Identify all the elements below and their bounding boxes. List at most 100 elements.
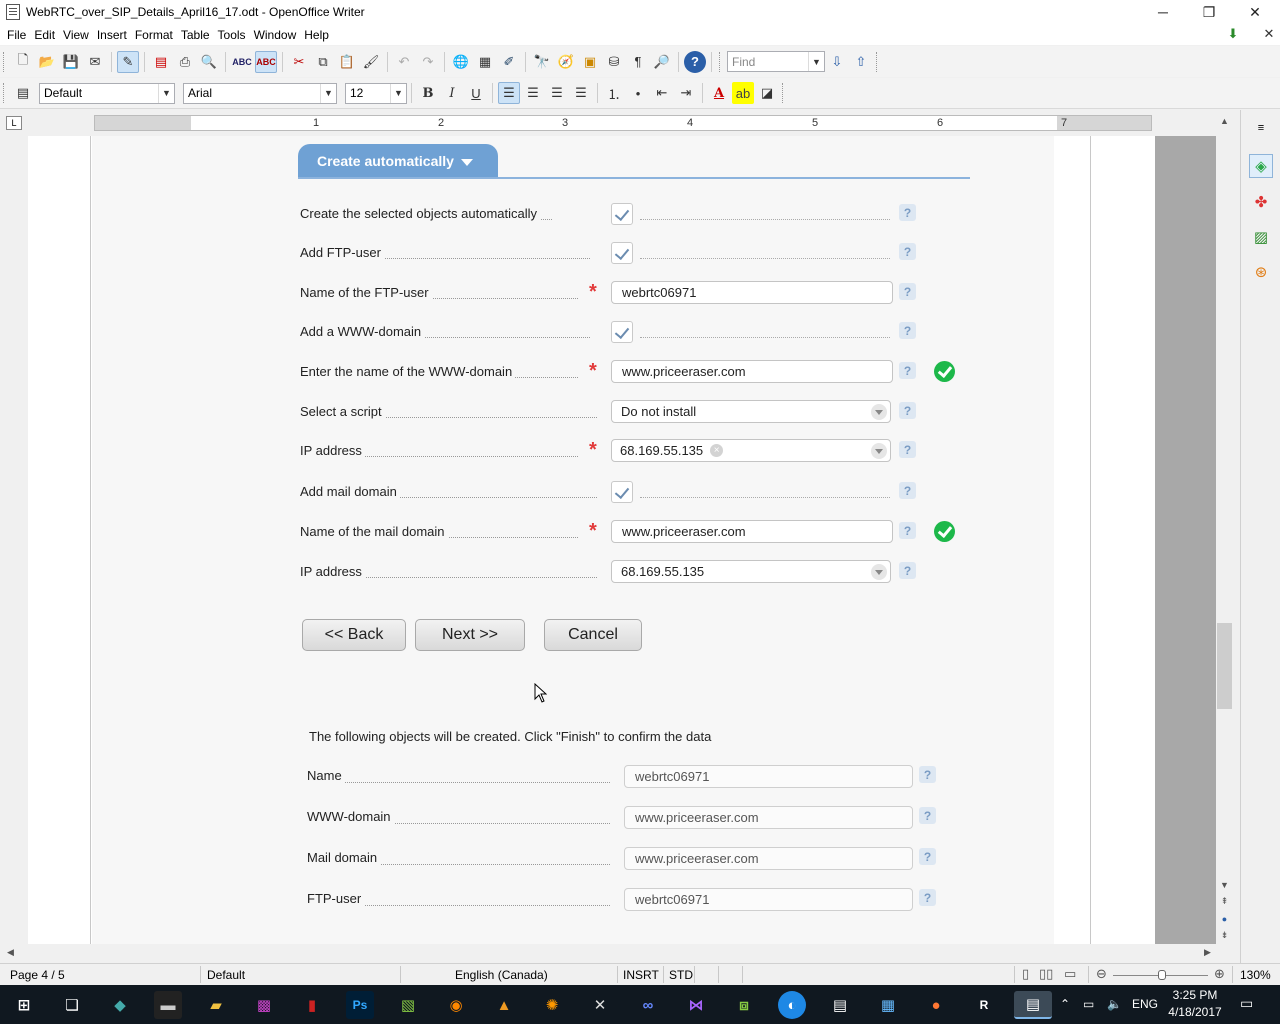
- new-document-icon[interactable]: 🗋: [12, 51, 34, 73]
- language-indicator[interactable]: English (Canada): [455, 968, 548, 982]
- scroll-right-icon[interactable]: ▶: [1199, 944, 1216, 961]
- navigator-icon[interactable]: 🧭: [555, 51, 577, 73]
- previous-page-icon[interactable]: ⇞: [1216, 893, 1233, 910]
- clock[interactable]: 3:25 PM 4/18/2017: [1164, 987, 1226, 1021]
- photoshop-icon[interactable]: Ps: [346, 991, 374, 1019]
- zoom-level[interactable]: 130%: [1240, 968, 1271, 982]
- menu-edit[interactable]: Edit: [30, 28, 59, 42]
- data-sources-icon[interactable]: ⛁: [603, 51, 625, 73]
- file-explorer-icon[interactable]: ▰: [202, 991, 230, 1019]
- justify-icon[interactable]: ☰: [570, 82, 592, 104]
- menu-file[interactable]: File: [3, 28, 30, 42]
- clone-formatting-icon[interactable]: 🖌: [360, 51, 382, 73]
- chevron-down-icon[interactable]: ▼: [158, 83, 174, 103]
- paragraph-style-select[interactable]: Default ▼: [39, 82, 175, 104]
- restore-button[interactable]: ❐: [1186, 0, 1232, 24]
- r-app-icon[interactable]: R: [970, 991, 998, 1019]
- font-name-select[interactable]: Arial ▼: [183, 82, 337, 104]
- menu-view[interactable]: View: [59, 28, 93, 42]
- find-input[interactable]: Find ▼: [727, 51, 825, 72]
- toolbar-grip[interactable]: [3, 83, 8, 103]
- network-app-icon[interactable]: ⧈: [730, 991, 758, 1019]
- language-tray[interactable]: ENG: [1132, 997, 1158, 1011]
- print-icon[interactable]: ⎙: [174, 51, 196, 73]
- print-preview-icon[interactable]: 🔍: [198, 51, 220, 73]
- zoom-slider-handle[interactable]: [1158, 970, 1166, 980]
- styles-icon[interactable]: ✤: [1249, 190, 1273, 214]
- single-page-view-icon[interactable]: ▯: [1022, 966, 1029, 982]
- vertical-scrollbar[interactable]: ▲ ▼ ⇞ ● ⇟: [1216, 110, 1233, 944]
- multi-page-view-icon[interactable]: ▯▯: [1039, 966, 1053, 982]
- autospellcheck-icon[interactable]: ABC: [255, 50, 277, 73]
- paste-icon[interactable]: 📋: [336, 51, 358, 73]
- blender-icon[interactable]: ◉: [442, 991, 470, 1019]
- zoom-in-icon[interactable]: ⊕: [1214, 966, 1225, 982]
- menu-window[interactable]: Window: [250, 28, 301, 42]
- tab-stop-selector[interactable]: L: [6, 116, 22, 130]
- office-app-icon[interactable]: ▦: [874, 991, 902, 1019]
- spellcheck-icon[interactable]: ABC: [231, 51, 253, 73]
- book-view-icon[interactable]: ▭: [1064, 966, 1076, 982]
- notifications-icon[interactable]: ▭: [1240, 995, 1253, 1012]
- volume-icon[interactable]: 🔈: [1107, 997, 1122, 1011]
- zoom-out-icon[interactable]: ⊖: [1096, 966, 1107, 982]
- export-pdf-icon[interactable]: ▤: [150, 51, 172, 73]
- task-view-icon[interactable]: ❏: [58, 991, 86, 1019]
- insert-mode[interactable]: INSRT: [623, 968, 659, 982]
- nonprinting-chars-icon[interactable]: ¶: [627, 51, 649, 73]
- chevron-down-icon[interactable]: ▼: [808, 52, 824, 71]
- increase-indent-icon[interactable]: ⇥: [675, 82, 697, 104]
- toolbar-grip[interactable]: [3, 51, 8, 72]
- open-folder-icon[interactable]: 📂: [36, 51, 58, 73]
- windows-start-icon[interactable]: ⊞: [10, 991, 38, 1019]
- scroll-down-icon[interactable]: ▼: [1216, 876, 1233, 893]
- network-icon[interactable]: ▭: [1083, 997, 1094, 1011]
- menu-table[interactable]: Table: [177, 28, 214, 42]
- gallery-icon[interactable]: ▨: [1249, 225, 1273, 249]
- menu-format[interactable]: Format: [131, 28, 177, 42]
- scroll-thumb[interactable]: [1217, 623, 1232, 709]
- rubik-app-icon[interactable]: ▩: [250, 991, 278, 1019]
- tools-app-icon[interactable]: ✕: [586, 991, 614, 1019]
- find-replace-icon[interactable]: 🔭: [531, 51, 553, 73]
- firefox-icon[interactable]: ●: [922, 991, 950, 1019]
- cut-icon[interactable]: ✂: [288, 51, 310, 73]
- zoom-icon[interactable]: 🔎: [651, 51, 673, 73]
- chevron-down-icon[interactable]: ▼: [320, 83, 336, 103]
- font-color-icon[interactable]: A: [708, 82, 730, 104]
- sidebar-menu-icon[interactable]: ≡: [1249, 116, 1273, 140]
- align-center-icon[interactable]: ☰: [522, 82, 544, 104]
- copy-icon[interactable]: ⧉: [312, 51, 334, 73]
- openoffice-writer-taskbar-icon[interactable]: ▤: [1014, 991, 1052, 1019]
- gallery-icon[interactable]: ▣: [579, 51, 601, 73]
- help-icon[interactable]: ?: [684, 50, 706, 73]
- update-download-icon[interactable]: ⬇: [1224, 26, 1242, 42]
- menu-insert[interactable]: Insert: [93, 28, 131, 42]
- ruler-scale[interactable]: 1 2 3 4 5 6 7: [94, 115, 1152, 131]
- page-indicator[interactable]: Page 4 / 5: [10, 968, 65, 982]
- styles-formatting-icon[interactable]: ▤: [12, 82, 34, 104]
- bullets-icon[interactable]: •: [627, 82, 649, 104]
- redo-icon[interactable]: ↷: [417, 51, 439, 73]
- menu-tools[interactable]: Tools: [214, 28, 250, 42]
- menu-help[interactable]: Help: [300, 28, 333, 42]
- properties-icon[interactable]: ◈: [1249, 154, 1273, 178]
- tray-chevron-icon[interactable]: ⌃: [1060, 997, 1070, 1011]
- undo-icon[interactable]: ↶: [393, 51, 415, 73]
- bold-icon[interactable]: B: [417, 82, 439, 104]
- table-icon[interactable]: ▦: [474, 51, 496, 73]
- close-document-icon[interactable]: ✕: [1260, 26, 1278, 42]
- edit-file-icon[interactable]: ✎: [117, 50, 139, 73]
- email-icon[interactable]: ✉: [84, 51, 106, 73]
- align-right-icon[interactable]: ☰: [546, 82, 568, 104]
- terminal-icon[interactable]: ▬: [154, 991, 182, 1019]
- navigation-icon[interactable]: ●: [1216, 910, 1233, 927]
- find-previous-icon[interactable]: ⇧: [850, 51, 872, 73]
- vlc-icon[interactable]: ▲: [490, 991, 518, 1019]
- save-icon[interactable]: 💾: [60, 51, 82, 73]
- toolbar-grip[interactable]: [782, 83, 787, 103]
- sun-app-icon[interactable]: ✺: [538, 991, 566, 1019]
- scroll-left-icon[interactable]: ◀: [2, 944, 19, 961]
- horizontal-scrollbar[interactable]: ◀ ▶: [0, 944, 1216, 961]
- align-left-icon[interactable]: ☰: [498, 82, 520, 104]
